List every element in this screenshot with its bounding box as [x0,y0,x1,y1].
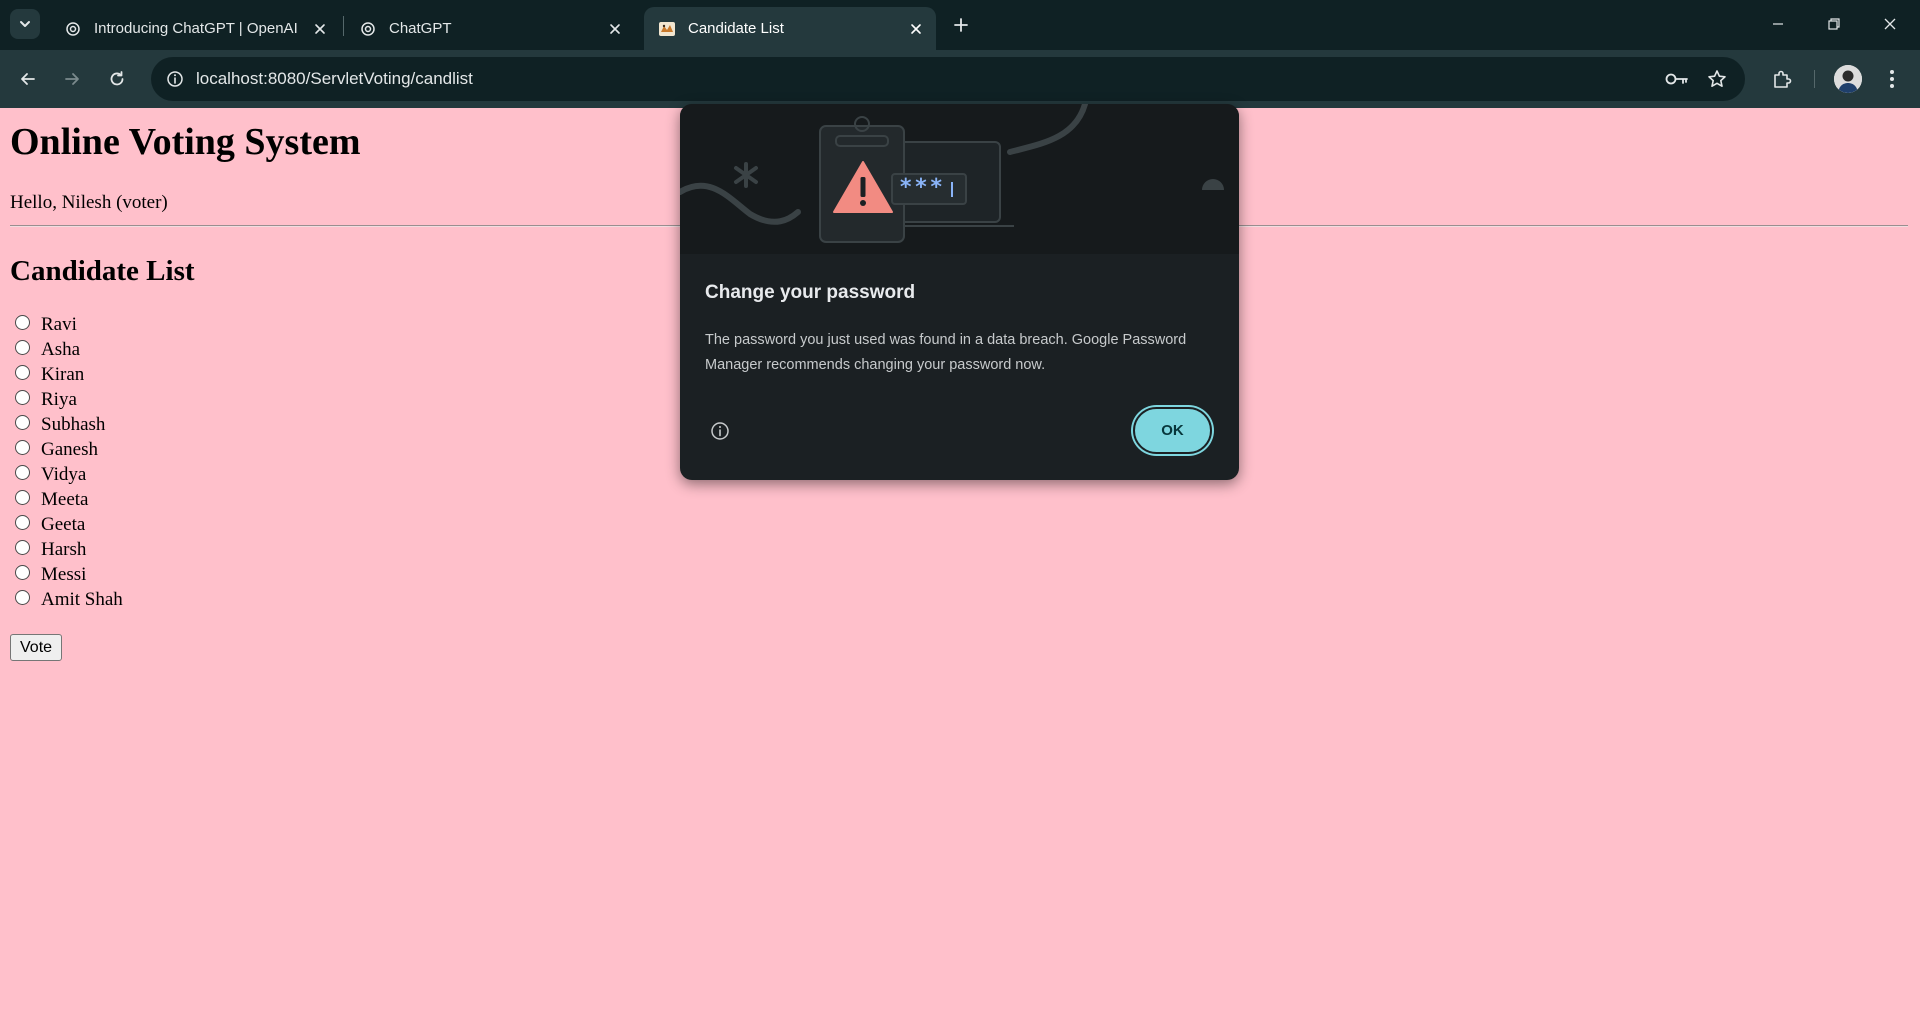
candidate-radio[interactable] [15,465,30,480]
plus-icon [954,18,968,32]
dialog-title: Change your password [705,282,916,303]
restore-button[interactable] [1806,0,1862,48]
minimize-icon [1773,23,1783,25]
info-icon[interactable] [709,420,731,442]
tab-title: Candidate List [688,20,784,37]
section-title: Candidate List [10,255,195,287]
browser-toolbar: localhost:8080/ServletVoting/candlist [0,50,1920,108]
candidate-option[interactable]: Messi [15,562,123,587]
bookmark-star-icon[interactable] [1703,67,1731,91]
candidate-name[interactable]: Harsh [41,539,86,561]
candidate-radio[interactable] [15,315,30,330]
close-tab-icon[interactable] [902,15,930,43]
user-greeting: Hello, Nilesh (voter) [10,192,168,213]
password-key-icon[interactable] [1663,67,1691,91]
candidate-option[interactable]: Subhash [15,412,123,437]
openai-icon [359,20,377,38]
candidate-radio[interactable] [15,565,30,580]
candidate-option[interactable]: Ganesh [15,437,123,462]
openai-icon [64,20,82,38]
candidate-name[interactable]: Vidya [41,464,86,486]
password-breach-illustration: *** [680,104,1239,254]
candidate-name[interactable]: Asha [41,339,80,361]
candidate-option[interactable]: Asha [15,337,123,362]
candidate-radio[interactable] [15,540,30,555]
candidate-radio[interactable] [15,440,30,455]
url-text: localhost:8080/ServletVoting/candlist [196,69,473,88]
candidate-radio[interactable] [15,415,30,430]
tab-introducing-chatgpt[interactable]: Introducing ChatGPT | OpenAI [50,7,340,50]
minimize-button[interactable] [1750,0,1806,48]
candidate-radio[interactable] [15,390,30,405]
candidate-name[interactable]: Amit Shah [41,589,123,611]
tab-chatgpt[interactable]: ChatGPT [345,7,635,50]
candidate-option[interactable]: Amit Shah [15,587,123,612]
candidate-name[interactable]: Riya [41,389,77,411]
close-icon [1884,18,1896,30]
puzzle-icon [1774,70,1792,88]
candidate-name[interactable]: Ganesh [41,439,98,461]
new-tab-button[interactable] [945,11,977,39]
close-tab-icon[interactable] [306,15,334,43]
tab-strip: Introducing ChatGPT | OpenAI ChatGPT Can… [0,0,1920,50]
reload-button[interactable] [101,63,133,95]
extensions-button[interactable] [1766,63,1798,95]
profile-avatar[interactable] [1834,65,1862,93]
tab-divider [343,16,344,36]
vote-button[interactable]: Vote [10,634,63,661]
arrow-right-icon [65,73,79,85]
reload-icon [110,71,124,86]
candidate-option[interactable]: Meeta [15,487,123,512]
site-info-icon[interactable] [160,64,190,94]
candidate-option[interactable]: Vidya [15,462,123,487]
candidate-name[interactable]: Kiran [41,364,84,386]
person-icon [1834,65,1862,93]
ok-button[interactable]: OK [1133,407,1212,454]
candidate-radio[interactable] [15,340,30,355]
candidate-name[interactable]: Ravi [41,314,77,336]
candidate-name[interactable]: Messi [41,564,86,586]
restore-icon [1828,18,1840,30]
candidate-name[interactable]: Subhash [41,414,105,436]
page-title: Online Voting System [10,121,361,163]
candidate-radio[interactable] [15,490,30,505]
address-bar[interactable]: localhost:8080/ServletVoting/candlist [151,57,1745,101]
dialog-message: The password you just used was found in … [705,332,1187,373]
forward-button[interactable] [56,63,88,95]
close-window-button[interactable] [1862,0,1918,48]
tab-candidate-list[interactable]: Candidate List [644,7,936,50]
candidate-option[interactable]: Ravi [15,312,123,337]
tab-search-button[interactable] [10,9,40,39]
candidate-option[interactable]: Riya [15,387,123,412]
tab-title: ChatGPT [389,20,452,37]
toolbar-divider [1814,70,1815,88]
candidate-radio[interactable] [15,515,30,530]
candidate-radio[interactable] [15,365,30,380]
arrow-left-icon [21,73,35,85]
candidate-name[interactable]: Geeta [41,514,85,536]
close-tab-icon[interactable] [601,15,629,43]
tab-title: Introducing ChatGPT | OpenAI [94,20,298,37]
candidate-option[interactable]: Kiran [15,362,123,387]
warning-icon [832,160,894,218]
candidate-option[interactable]: Harsh [15,537,123,562]
candidate-name[interactable]: Meeta [41,489,88,511]
candidate-radio[interactable] [15,590,30,605]
back-button[interactable] [12,63,44,95]
chevron-down-icon [20,21,30,27]
tomcat-icon [658,20,676,38]
kebab-menu-icon [1890,70,1894,88]
candidate-option[interactable]: Geeta [15,512,123,537]
masked-password-text: *** [899,175,945,200]
browser-menu-button[interactable] [1878,63,1906,95]
candidate-list: Ravi Asha Kiran Riya Subhash Ganesh Vidy… [15,312,123,612]
